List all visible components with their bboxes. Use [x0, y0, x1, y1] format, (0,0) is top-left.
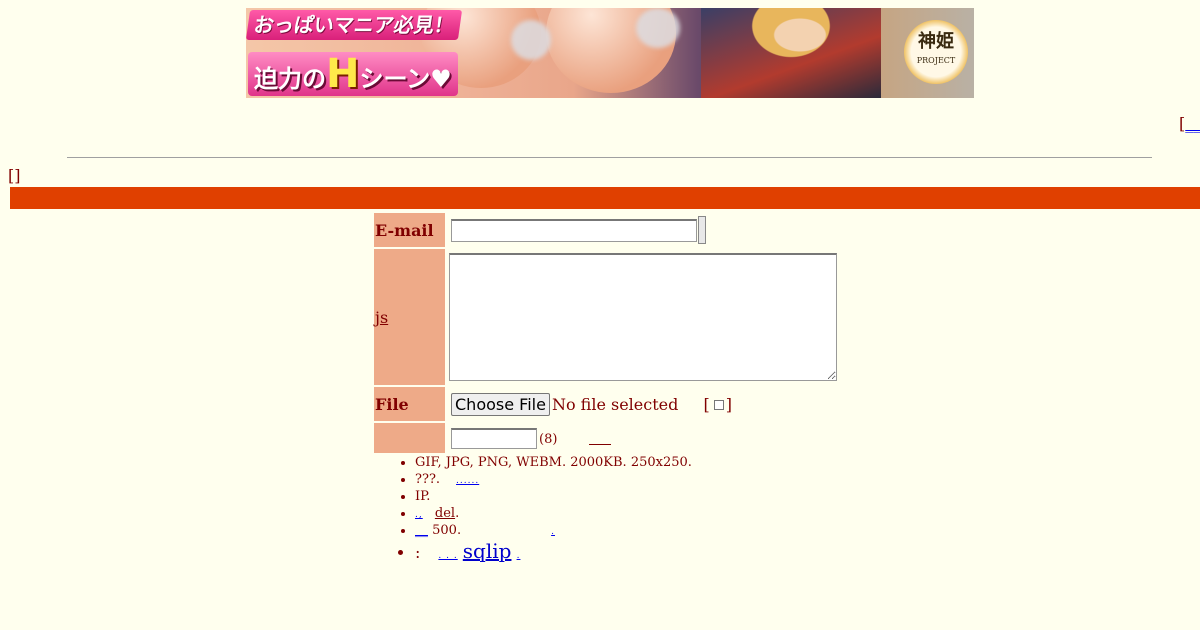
- password-link[interactable]: [589, 432, 612, 445]
- rule-item: : . . . sqlip .: [415, 539, 692, 563]
- email-label: E-mail: [374, 213, 445, 247]
- rule-link[interactable]: ......: [456, 476, 479, 486]
- banner-subline-b: シーン♥: [359, 65, 452, 93]
- rule-link[interactable]: .,: [415, 510, 423, 520]
- bracket-nav[interactable]: []: [8, 166, 20, 185]
- email-field[interactable]: [451, 218, 697, 242]
- spoiler-bracket-open: [: [703, 394, 710, 414]
- banner-ad[interactable]: おっぱいマニア必見！ 迫力のHシーン♥ 神姫 PROJECT: [246, 8, 974, 98]
- banner-art: [511, 20, 551, 60]
- file-status: No file selected: [551, 394, 679, 414]
- rule-item: GIF, JPG, PNG, WEBM. 2000KB. 250x250.: [415, 454, 692, 471]
- choose-file-button[interactable]: Choose File: [451, 392, 550, 416]
- password-field[interactable]: [451, 427, 537, 449]
- spoiler-option: []: [703, 395, 732, 414]
- rule-text: :: [415, 543, 421, 562]
- rule-link[interactable]: __: [415, 523, 428, 538]
- file-label: File: [374, 387, 445, 421]
- submit-button[interactable]: [698, 216, 706, 244]
- rule-text: ???.: [415, 472, 441, 487]
- del-link[interactable]: del: [435, 506, 455, 521]
- rule-text: .: [455, 506, 460, 521]
- comment-field[interactable]: [449, 253, 837, 381]
- banner-character: [701, 8, 881, 98]
- password-label: [374, 423, 445, 453]
- rules-list: GIF, JPG, PNG, WEBM. 2000KB. 250x250. ??…: [373, 454, 692, 563]
- post-form-header-bar: [10, 187, 1200, 209]
- banner-subline: 迫力のHシーン♥: [248, 52, 458, 96]
- rule-item: IP.: [415, 488, 692, 505]
- rule-text: IP.: [415, 489, 431, 504]
- comment-label-cell: js: [374, 249, 445, 385]
- rule-link[interactable]: .: [551, 527, 555, 537]
- banner-logo-sub: PROJECT: [916, 56, 956, 65]
- banner-art: [636, 8, 680, 48]
- rule-item: __ 500..: [415, 522, 692, 539]
- rule-item: ???.......: [415, 471, 692, 488]
- rule-text: 500.: [432, 523, 462, 538]
- comment-label-link[interactable]: js: [375, 308, 388, 327]
- password-hint: (8): [539, 431, 558, 447]
- banner-logo-kanji: 神姫: [918, 31, 954, 52]
- rule-link[interactable]: .: [517, 551, 521, 561]
- post-form: E-mail js File Choose File No file select…: [372, 211, 840, 455]
- spoiler-checkbox[interactable]: [713, 400, 724, 410]
- rule-link[interactable]: . . .: [438, 551, 457, 561]
- spoiler-bracket-close: ]: [725, 394, 732, 414]
- banner-logo: 神姫 PROJECT: [904, 20, 968, 84]
- rule-item: ., del.: [415, 505, 692, 522]
- top-right-link[interactable]: __: [1185, 114, 1200, 133]
- top-right-nav: [__: [1179, 114, 1200, 133]
- divider: [67, 157, 1152, 158]
- banner-headline: おっぱいマニア必見！: [246, 10, 463, 40]
- banner-subline-a: 迫力の: [254, 65, 326, 93]
- rule-text: GIF, JPG, PNG, WEBM. 2000KB. 250x250.: [415, 455, 692, 470]
- sqlip-link[interactable]: sqlip: [463, 539, 512, 563]
- banner-subline-big: H: [326, 51, 360, 97]
